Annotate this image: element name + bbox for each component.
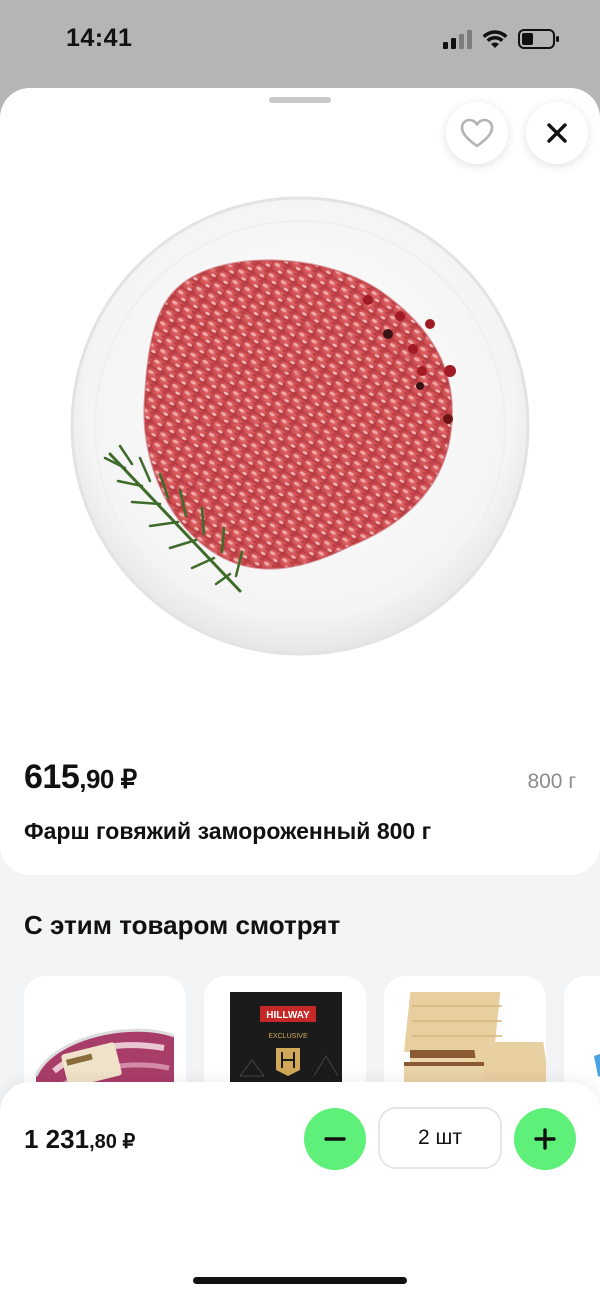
status-bar: 14:41 xyxy=(0,0,600,88)
minus-icon xyxy=(324,1137,346,1141)
cart-bar: 1 231,80 ₽ 2 шт xyxy=(0,1082,600,1297)
price-row: 615,90 ₽ 800 г xyxy=(24,758,576,797)
related-section-title: С этим товаром смотрят xyxy=(24,910,341,940)
price-rubles: 615 xyxy=(24,758,80,796)
heart-icon xyxy=(460,118,494,148)
status-icons xyxy=(443,28,560,50)
product-title: Фарш говяжий замороженный 800 г xyxy=(24,818,432,844)
close-icon xyxy=(547,123,567,143)
favorite-button[interactable] xyxy=(446,102,508,164)
total-rubles: 1 231 xyxy=(24,1124,90,1154)
cellular-signal-icon xyxy=(443,29,472,49)
total-kopecks: ,80 ₽ xyxy=(89,1131,136,1153)
tea-subtitle-label: EXCLUSIVE xyxy=(268,1033,308,1040)
plus-icon xyxy=(534,1128,556,1150)
decrease-quantity-button[interactable] xyxy=(304,1108,366,1170)
quantity-field[interactable]: 2 шт xyxy=(378,1107,502,1169)
cart-total: 1 231,80 ₽ xyxy=(24,1124,135,1155)
home-indicator[interactable] xyxy=(193,1277,407,1284)
wifi-icon xyxy=(482,30,508,48)
product-card: 615,90 ₽ 800 г Фарш говяжий замороженный… xyxy=(0,88,600,875)
price-kopecks: ,90 ₽ xyxy=(79,764,137,794)
battery-icon xyxy=(518,29,559,49)
status-time: 14:41 xyxy=(66,24,133,52)
product-price: 615,90 ₽ xyxy=(24,758,137,797)
product-image xyxy=(70,196,530,656)
sheet-grabber[interactable] xyxy=(269,97,331,103)
close-button[interactable] xyxy=(526,102,588,164)
tea-brand-label: HILLWAY xyxy=(266,1010,310,1021)
increase-quantity-button[interactable] xyxy=(514,1108,576,1170)
product-weight: 800 г xyxy=(527,770,576,793)
